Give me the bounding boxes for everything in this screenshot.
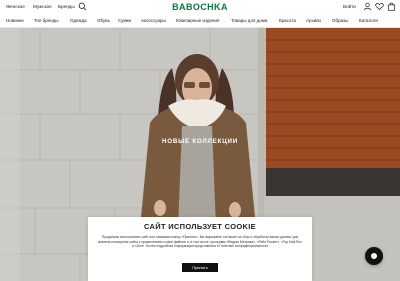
bag-icon[interactable] bbox=[387, 2, 396, 11]
nav-jewelry[interactable]: Ювелирные изделия bbox=[176, 18, 219, 23]
top-bar: Женское Мужское Бренды BABOCHKA Войти bbox=[0, 0, 400, 14]
nav-archive[interactable]: Архиво bbox=[306, 18, 321, 23]
cookie-title: САЙТ ИСПОЛЬЗУЕТ COOKIE bbox=[144, 222, 256, 231]
main-nav: Новинки Топ бренды Одежда Обувь Сумки Ак… bbox=[0, 14, 400, 28]
nav-clothing[interactable]: Одежда bbox=[70, 18, 87, 23]
accept-cookies-button[interactable]: Принять bbox=[182, 263, 218, 272]
cookie-banner: САЙТ ИСПОЛЬЗУЕТ COOKIE Продолжая использ… bbox=[88, 217, 312, 281]
nav-bags[interactable]: Сумки bbox=[118, 18, 131, 23]
nav-beauty[interactable]: Красота bbox=[279, 18, 296, 23]
login-link[interactable]: Войти bbox=[343, 4, 356, 9]
chat-button[interactable] bbox=[365, 247, 383, 265]
nav-top-brands[interactable]: Топ бренды bbox=[34, 18, 59, 23]
hero-title: НОВЫЕ КОЛЛЕКЦИИ bbox=[161, 138, 239, 145]
user-icon[interactable] bbox=[363, 2, 372, 11]
heart-icon[interactable] bbox=[375, 2, 384, 11]
nav-home[interactable]: Товары для дома bbox=[231, 18, 267, 23]
nav-catalogs[interactable]: Каталоги bbox=[359, 18, 378, 23]
nav-shoes[interactable]: Обувь bbox=[97, 18, 110, 23]
nav-looks[interactable]: Образы bbox=[332, 18, 348, 23]
nav-accessories[interactable]: Аксессуары bbox=[141, 18, 166, 23]
logo[interactable]: BABOCHKA bbox=[0, 2, 400, 12]
nav-new[interactable]: Новинки bbox=[6, 18, 24, 23]
chat-icon bbox=[371, 253, 377, 259]
cookie-text: Продолжая использовать сайт или нажимая … bbox=[97, 235, 303, 249]
